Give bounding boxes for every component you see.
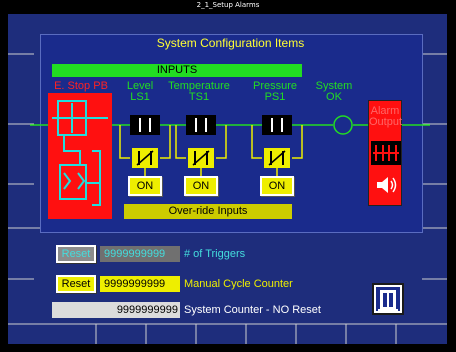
pressure-override-on-button[interactable]: ON <box>260 176 294 196</box>
alarm-output-label-2: Output <box>369 116 403 128</box>
door-exit-icon <box>376 287 400 311</box>
override-contact-ls1-icon <box>132 148 158 168</box>
contact-ps1-icon <box>262 115 292 135</box>
manual-cycle-counter-value: 9999999999 <box>100 276 180 292</box>
exit-nav-button[interactable] <box>372 283 404 315</box>
manual-cycle-counter-label: Manual Cycle Counter <box>184 278 293 290</box>
triggers-counter-label: # of Triggers <box>184 248 246 260</box>
temperature-override-on-button[interactable]: ON <box>184 176 218 196</box>
contact-ls1-icon <box>130 115 160 135</box>
alarm-output-box: Alarm Output <box>368 100 402 206</box>
system-counter-label: System Counter - NO Reset <box>184 304 321 316</box>
contact-ts1-icon <box>186 115 216 135</box>
system-counter-value: 9999999999 <box>52 302 180 318</box>
triggers-counter-value: 9999999999 <box>100 246 180 262</box>
reset-manual-cycle-button[interactable]: Reset <box>56 275 96 293</box>
level-override-on-button[interactable]: ON <box>128 176 162 196</box>
override-contact-ps1-icon <box>264 148 290 168</box>
override-contact-ts1-icon <box>188 148 214 168</box>
override-inputs-label: Over-ride Inputs <box>124 204 292 219</box>
reset-triggers-button[interactable]: Reset <box>56 245 96 263</box>
relay-contact-icon <box>371 141 401 165</box>
speaker-horn-icon[interactable] <box>374 173 398 197</box>
